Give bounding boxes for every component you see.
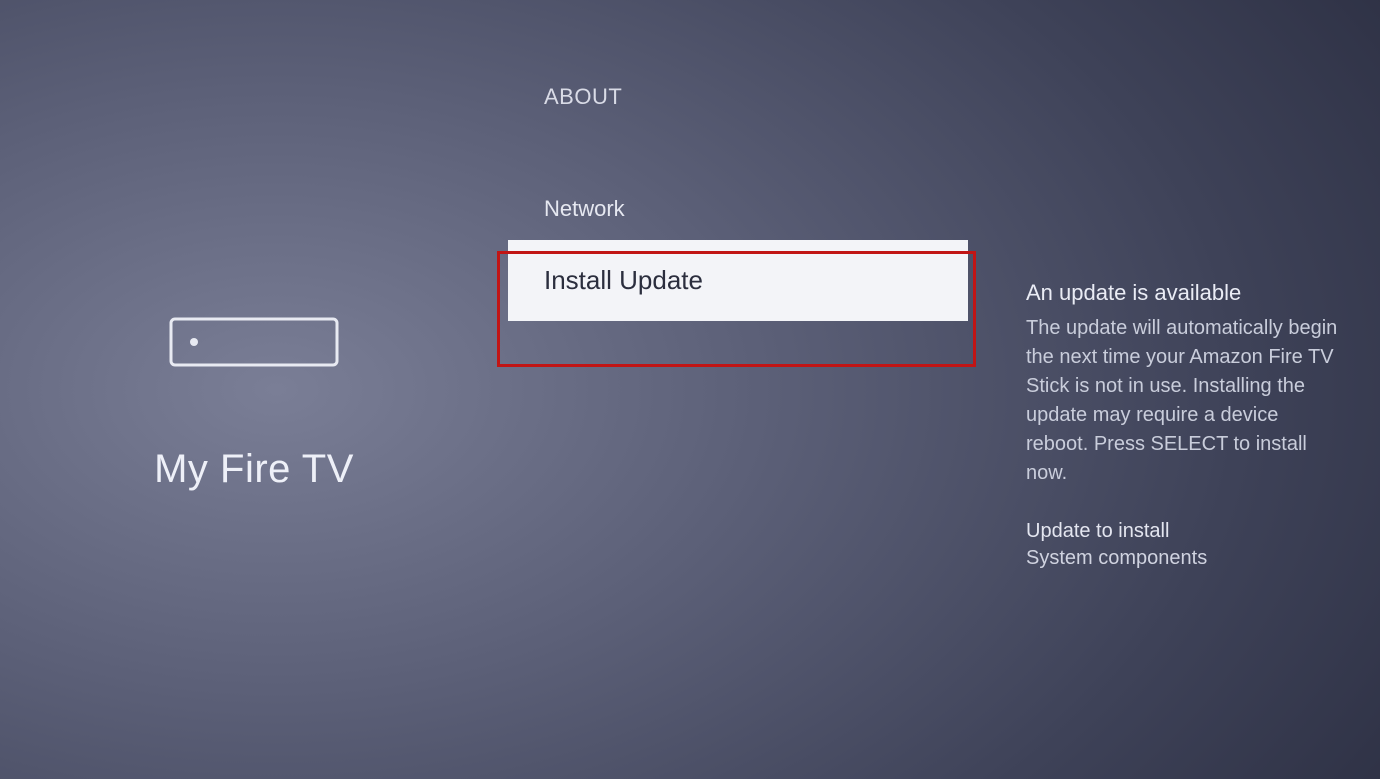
left-pane: My Fire TV xyxy=(0,0,508,779)
info-body: The update will automatically begin the … xyxy=(1026,314,1340,488)
section-header-about: ABOUT xyxy=(508,84,968,110)
info-title: An update is available xyxy=(1026,280,1340,306)
settings-screen: My Fire TV ABOUT Network Install Update … xyxy=(0,0,1380,779)
info-pane: An update is available The update will a… xyxy=(968,0,1380,779)
menu-pane: ABOUT Network Install Update xyxy=(508,0,968,779)
menu-item-install-update[interactable]: Install Update xyxy=(508,240,968,321)
fire-tv-stick-icon xyxy=(169,317,339,367)
page-title: My Fire TV xyxy=(154,447,354,492)
menu-item-network[interactable]: Network xyxy=(508,178,968,240)
info-sub-title: Update to install xyxy=(1026,520,1340,543)
info-sub-value: System components xyxy=(1026,547,1340,570)
info-sub: Update to install System components xyxy=(1026,520,1340,570)
